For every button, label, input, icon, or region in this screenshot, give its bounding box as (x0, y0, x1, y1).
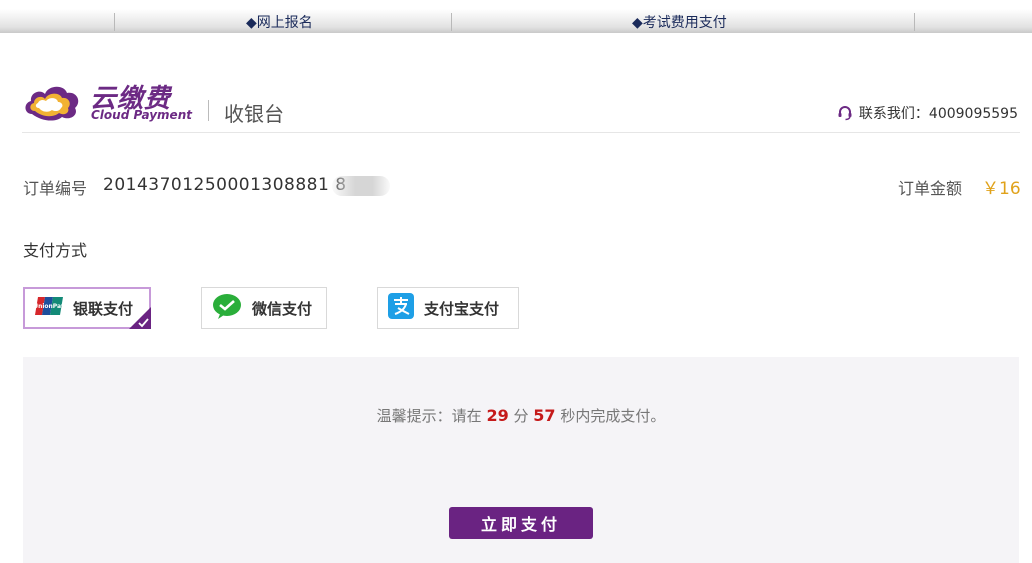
top-nav-bar: ◆网上报名 ◆考试费用支付 (0, 0, 1032, 33)
pay-now-button[interactable]: 立即支付 (449, 507, 593, 539)
headset-icon (838, 106, 852, 121)
selected-check-icon (129, 307, 151, 329)
unionpay-icon: UnionPay (33, 297, 65, 319)
countdown-tip: 温馨提示：请在 29 分 57 秒内完成支付。 (23, 405, 1019, 426)
svg-text:UnionPay: UnionPay (35, 303, 63, 310)
order-number-label: 订单编号 (23, 179, 88, 198)
contact-info: 联系我们：4009095595 (837, 103, 1018, 123)
order-number-value: 20143701250001308881 8 (103, 175, 347, 195)
cloud-payment-logo-icon (22, 80, 82, 128)
redacted-blur (332, 176, 390, 196)
countdown-minutes: 29 (486, 406, 509, 425)
payment-option-alipay[interactable]: 支付宝支付 (377, 287, 519, 329)
contact-phone: 联系我们：4009095595 (858, 106, 1018, 122)
order-amount-label: 订单金额 (898, 179, 963, 198)
brand-name-en: Cloud Payment (91, 108, 192, 122)
order-amount-value: ￥16 (982, 179, 1021, 199)
payment-option-unionpay[interactable]: UnionPay 银联支付 (23, 287, 151, 329)
tip-prefix: 温馨提示：请在 (376, 407, 482, 425)
payment-method-label: 支付方式 (23, 241, 88, 260)
minutes-unit: 分 (513, 407, 529, 425)
page-title: 收银台 (224, 102, 284, 126)
header-rule (22, 132, 1020, 133)
payment-option-wechat[interactable]: 微信支付 (201, 287, 327, 329)
payment-option-label: 微信支付 (252, 299, 313, 318)
header-divider (208, 100, 209, 121)
alipay-icon (388, 293, 414, 323)
nav-divider (914, 13, 915, 31)
tip-suffix: 秒内完成支付。 (560, 407, 666, 425)
nav-divider (451, 13, 452, 31)
payment-panel: 温馨提示：请在 29 分 57 秒内完成支付。 立即支付 (23, 357, 1019, 563)
nav-online-registration[interactable]: ◆网上报名 (246, 12, 313, 32)
payment-option-label: 支付宝支付 (424, 299, 500, 318)
payment-option-label: 银联支付 (73, 299, 134, 318)
nav-exam-fee-payment[interactable]: ◆考试费用支付 (632, 12, 727, 32)
countdown-seconds: 57 (533, 406, 556, 425)
wechat-pay-icon (212, 293, 242, 323)
nav-divider (114, 13, 115, 31)
